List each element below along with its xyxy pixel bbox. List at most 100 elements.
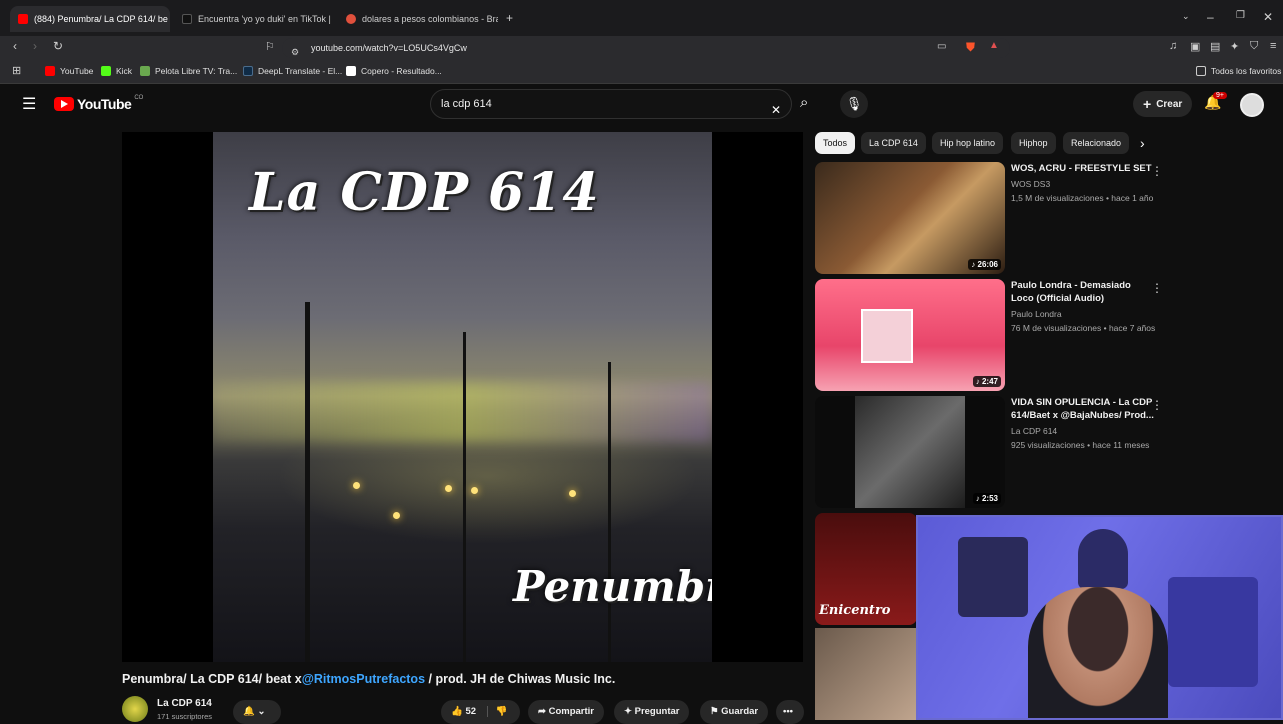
save-button[interactable]: ⚑ Guardar bbox=[700, 700, 769, 724]
forward-icon[interactable]: › bbox=[33, 39, 37, 53]
recommendation-channel[interactable]: La CDP 614 bbox=[1011, 426, 1057, 436]
recommendation-title[interactable]: WOS, ACRU - FREESTYLE SET bbox=[1011, 162, 1156, 175]
bookmark-label: Copero - Resultado... bbox=[361, 66, 442, 76]
bookmark-icon[interactable]: ⚐ bbox=[265, 40, 275, 53]
thumbs-down-icon: 👎 bbox=[495, 706, 508, 717]
all-bookmarks[interactable]: Todos los favoritos bbox=[1196, 66, 1281, 76]
title-text: Penumbra/ La CDP 614/ beat x bbox=[122, 672, 302, 686]
url-text: youtube.com/watch?v=LO5UCs4VgCw bbox=[311, 43, 467, 53]
ask-button[interactable]: ✦ Preguntar bbox=[614, 700, 690, 724]
thumbs-up-icon: 👍 bbox=[451, 706, 463, 717]
close-tab-icon[interactable]: ✕ bbox=[168, 14, 170, 25]
recommendation-meta: 1,5 M de visualizaciones • hace 1 año bbox=[1011, 193, 1154, 203]
tab-tiktok[interactable]: Encuentra 'yo yo duki' en TikTok | Bu bbox=[174, 6, 334, 32]
browser-tab-bar: (884) Penumbra/ La CDP 614/ be ✕ Encuent… bbox=[0, 0, 1283, 36]
brave-shields-icon[interactable]: ⛊ bbox=[966, 40, 975, 55]
sidebar-icon[interactable]: ▣ bbox=[1190, 40, 1200, 53]
bookmark-youtube[interactable]: YouTube bbox=[45, 66, 93, 76]
bookmark-label: Kick bbox=[116, 66, 133, 76]
chip-la-cdp-614[interactable]: La CDP 614 bbox=[861, 132, 926, 154]
recommendation-item[interactable]: ♪ 2:53 VIDA SIN OPULENCIA - La CDP 614/B… bbox=[815, 396, 1283, 508]
more-vertical-icon[interactable]: ⋮ bbox=[1151, 398, 1163, 412]
bookmark-pelota-libre[interactable]: Pelota Libre TV: Tra... bbox=[140, 66, 237, 76]
apps-grid-icon[interactable]: ⊞ bbox=[12, 64, 21, 77]
video-thumbnail[interactable]: ♪ 2:53 bbox=[815, 396, 1005, 508]
back-icon[interactable]: ‹ bbox=[13, 39, 17, 53]
media-icon[interactable]: ♫ bbox=[1169, 40, 1177, 52]
like-dislike-group: 👍 52 👎 bbox=[441, 700, 520, 724]
title-mention-link[interactable]: @RitmosPutrefactos bbox=[302, 672, 425, 686]
voice-search-icon[interactable]: 🎙 bbox=[840, 90, 868, 118]
video-player[interactable]: La CDP 614 Penumbra bbox=[122, 132, 803, 662]
recommendation-title[interactable]: Paulo Londra - Demasiado Loco (Official … bbox=[1011, 279, 1156, 305]
site-settings-icon[interactable]: ⚙ bbox=[291, 42, 299, 62]
recommendation-item[interactable]: ♪ 26:06 WOS, ACRU - FREESTYLE SET WOS DS… bbox=[815, 162, 1283, 274]
reload-icon[interactable]: ↻ bbox=[53, 39, 63, 53]
streamer bbox=[1028, 587, 1168, 718]
channel-avatar[interactable] bbox=[122, 696, 148, 722]
minimize-icon[interactable]: – bbox=[1207, 10, 1214, 24]
wallet-icon[interactable]: ▤ bbox=[1210, 40, 1220, 53]
artwork-title: La CDP 614 bbox=[249, 162, 600, 223]
dislike-button[interactable]: 👎 bbox=[486, 706, 508, 717]
tab-list-icon[interactable]: ⌄ bbox=[1182, 11, 1190, 22]
duration-badge: ♪ 26:06 bbox=[968, 259, 1001, 270]
more-vertical-icon[interactable]: ⋮ bbox=[1151, 164, 1163, 178]
artwork-subtitle: Penumbra bbox=[513, 562, 712, 611]
close-window-icon[interactable]: ✕ bbox=[1263, 10, 1273, 24]
tab-youtube[interactable]: (884) Penumbra/ La CDP 614/ be ✕ bbox=[10, 6, 170, 32]
leo-ai-icon[interactable]: ✦ bbox=[1230, 40, 1239, 53]
chip-hip-hop-latino[interactable]: Hip hop latino bbox=[932, 132, 1004, 154]
chevron-down-icon: ⌄ bbox=[257, 706, 266, 717]
youtube-logo[interactable]: YouTube CO bbox=[54, 95, 143, 112]
share-button[interactable]: ➦ Compartir bbox=[528, 700, 605, 724]
more-vertical-icon[interactable]: ⋮ bbox=[1151, 281, 1163, 295]
new-tab-icon[interactable]: + bbox=[506, 11, 513, 25]
recommendation-channel[interactable]: Paulo Londra bbox=[1011, 309, 1062, 319]
tab-brave-search[interactable]: dolares a pesos colombianos - Brave bbox=[338, 6, 498, 32]
brave-rewards-icon[interactable]: ▲ bbox=[989, 40, 999, 51]
youtube-icon bbox=[45, 66, 55, 76]
folder-icon bbox=[1196, 66, 1206, 76]
chip-hiphop[interactable]: Hiphop bbox=[1011, 132, 1056, 154]
video-thumbnail[interactable]: Enicentro bbox=[815, 513, 917, 625]
recommendation-item[interactable]: ♪ 2:47 Paulo Londra - Demasiado Loco (Of… bbox=[815, 279, 1283, 391]
bookmark-label: YouTube bbox=[60, 66, 94, 76]
avatar[interactable] bbox=[1240, 93, 1264, 117]
restore-icon[interactable]: ❐ bbox=[1236, 10, 1245, 21]
video-artwork: La CDP 614 Penumbra bbox=[213, 132, 712, 662]
address-bar[interactable]: ⚙ youtube.com/watch?v=LO5UCs4VgCw bbox=[282, 38, 1010, 58]
video-thumbnail[interactable]: ♪ 26:06 bbox=[815, 162, 1005, 274]
duration-badge: ♪ 2:47 bbox=[972, 376, 1001, 387]
cast-icon[interactable]: ▭ bbox=[937, 41, 946, 52]
like-button[interactable]: 👍 52 bbox=[451, 706, 476, 717]
more-actions-button[interactable]: ••• bbox=[776, 700, 804, 724]
search-icon[interactable]: ⌕ bbox=[800, 94, 808, 111]
bookmark-deepl[interactable]: DeepL Translate - El... bbox=[243, 66, 342, 76]
chip-all[interactable]: Todos bbox=[815, 132, 856, 154]
menu-icon[interactable]: ≡ bbox=[1270, 40, 1276, 52]
copero-icon bbox=[346, 66, 356, 76]
video-thumbnail[interactable] bbox=[815, 628, 917, 720]
thumbnail-text: Enicentro bbox=[819, 603, 891, 618]
chips-next-icon[interactable]: › bbox=[1140, 135, 1145, 151]
clear-search-icon[interactable]: ✕ bbox=[771, 96, 781, 124]
bookmark-label: DeepL Translate - El... bbox=[258, 66, 343, 76]
deepl-icon bbox=[243, 66, 253, 76]
tiktok-favicon-icon bbox=[182, 14, 192, 24]
plus-icon: + bbox=[1143, 96, 1152, 112]
video-thumbnail[interactable]: ♪ 2:47 bbox=[815, 279, 1005, 391]
vpn-icon[interactable]: ⛉ bbox=[1250, 40, 1258, 53]
bookmark-copero[interactable]: Copero - Resultado... bbox=[346, 66, 442, 76]
hamburger-menu-icon[interactable]: ☰ bbox=[22, 94, 36, 114]
chip-relacionado[interactable]: Relacionado bbox=[1063, 132, 1129, 154]
album-cover bbox=[861, 309, 913, 363]
channel-name[interactable]: La CDP 614 bbox=[157, 698, 212, 709]
recommendation-title[interactable]: VIDA SIN OPULENCIA - La CDP 614/Baet x @… bbox=[1011, 396, 1156, 422]
bookmark-kick[interactable]: Kick bbox=[101, 66, 132, 76]
create-button[interactable]: + Crear bbox=[1133, 91, 1193, 117]
recommendation-channel[interactable]: WOS DS3 bbox=[1011, 179, 1050, 189]
search-input[interactable]: la cdp 614 ✕ bbox=[430, 89, 792, 119]
kick-icon bbox=[101, 66, 111, 76]
subscribe-bell-button[interactable]: 🔔 ⌄ bbox=[233, 700, 281, 724]
